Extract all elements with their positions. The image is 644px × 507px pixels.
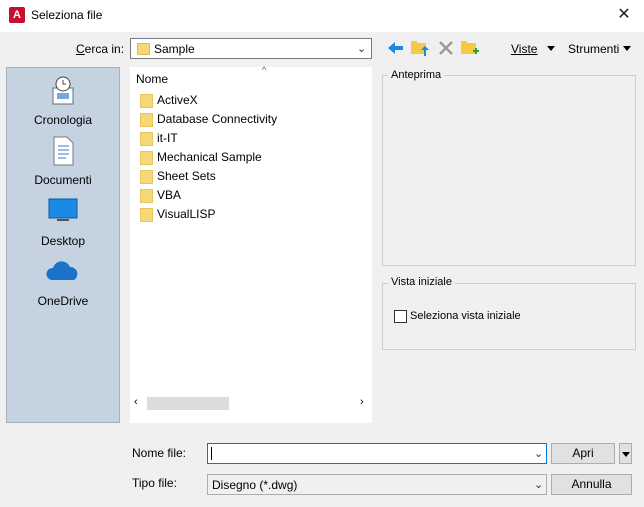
chevron-down-icon[interactable]: ⌄	[534, 447, 543, 460]
documents-icon	[53, 136, 74, 166]
views-dropdown-arrow[interactable]	[546, 42, 556, 56]
initial-view-checkbox[interactable]	[394, 310, 407, 323]
lookin-label: Cerca in:	[76, 42, 125, 56]
initial-view-checkbox-label[interactable]: Seleziona vista iniziale	[410, 310, 521, 322]
lookin-value: Sample	[154, 42, 195, 56]
arrow-left-icon	[388, 42, 403, 54]
place-desktop-label: Desktop	[40, 234, 86, 248]
history-icon	[52, 76, 74, 105]
lookin-label-text: erca in:	[84, 42, 125, 56]
initial-view-legend: Vista iniziale	[388, 276, 455, 288]
caret-down-icon	[621, 452, 630, 457]
folder-icon	[140, 113, 153, 127]
column-header-name[interactable]: Nome	[136, 72, 168, 86]
scrollbar-thumb[interactable]	[147, 397, 229, 410]
sort-ascending-icon: ^	[262, 65, 267, 75]
tools-dropdown-arrow[interactable]	[622, 42, 632, 56]
folder-up-icon	[411, 41, 429, 56]
cancel-button[interactable]: Annulla	[551, 474, 632, 495]
place-documents-label: Documenti	[34, 173, 92, 187]
new-folder-icon	[461, 41, 479, 54]
tools-menu-label[interactable]: Strumenti	[568, 42, 619, 56]
onedrive-icon	[46, 261, 78, 280]
scroll-right-icon[interactable]: ›	[360, 396, 364, 408]
filetype-dropdown[interactable]: Disegno (*.dwg) ⌄	[207, 474, 547, 495]
filename-label: Nome file:	[132, 446, 187, 460]
close-button[interactable]: ✕	[612, 5, 636, 25]
place-desktop[interactable]: Desktop	[7, 198, 119, 248]
place-documents[interactable]: Documenti	[7, 136, 119, 187]
preview-legend: Anteprima	[388, 69, 445, 81]
preview-group	[382, 75, 636, 266]
open-button[interactable]: Apri	[551, 443, 615, 464]
open-options-button[interactable]	[619, 443, 632, 464]
file-list[interactable]: Nome ^ ActiveX Database Connectivity it-…	[130, 65, 372, 423]
delete-button[interactable]	[436, 38, 456, 58]
back-button[interactable]	[386, 38, 406, 58]
folder-icon	[140, 189, 153, 203]
folder-icon	[140, 208, 153, 222]
autocad-app-icon: A	[9, 7, 25, 23]
scroll-left-icon[interactable]: ‹	[134, 396, 138, 408]
lookin-dropdown[interactable]: Sample ⌄	[130, 38, 372, 59]
place-onedrive-label: OneDrive	[37, 294, 89, 308]
new-folder-button[interactable]	[460, 38, 480, 58]
place-history[interactable]: Cronologia	[7, 76, 119, 127]
folder-icon	[140, 132, 153, 146]
chevron-down-icon: ⌄	[534, 479, 544, 491]
desktop-icon	[48, 198, 78, 221]
folder-icon	[140, 170, 153, 184]
places-bar: Cronologia Documenti Desktop OneDrive	[6, 67, 120, 423]
filetype-label: Tipo file:	[132, 476, 177, 490]
filetype-value: Disegno (*.dwg)	[212, 478, 298, 492]
delete-x-icon	[439, 41, 453, 55]
caret-down-icon	[623, 46, 631, 51]
folder-icon	[140, 94, 153, 108]
horizontal-scrollbar[interactable]: ‹ ›	[130, 395, 372, 412]
folder-icon	[140, 151, 153, 165]
chevron-down-icon: ⌄	[357, 43, 367, 55]
views-menu-label[interactable]: Viste	[511, 42, 537, 56]
text-cursor	[211, 447, 212, 460]
window-title: Seleziona file	[31, 8, 103, 22]
folder-icon	[137, 43, 150, 55]
place-onedrive[interactable]: OneDrive	[7, 258, 119, 308]
place-history-label: Cronologia	[33, 113, 93, 127]
caret-down-icon	[547, 46, 555, 51]
filename-input[interactable]: ⌄	[207, 443, 547, 464]
up-folder-button[interactable]	[410, 38, 430, 58]
